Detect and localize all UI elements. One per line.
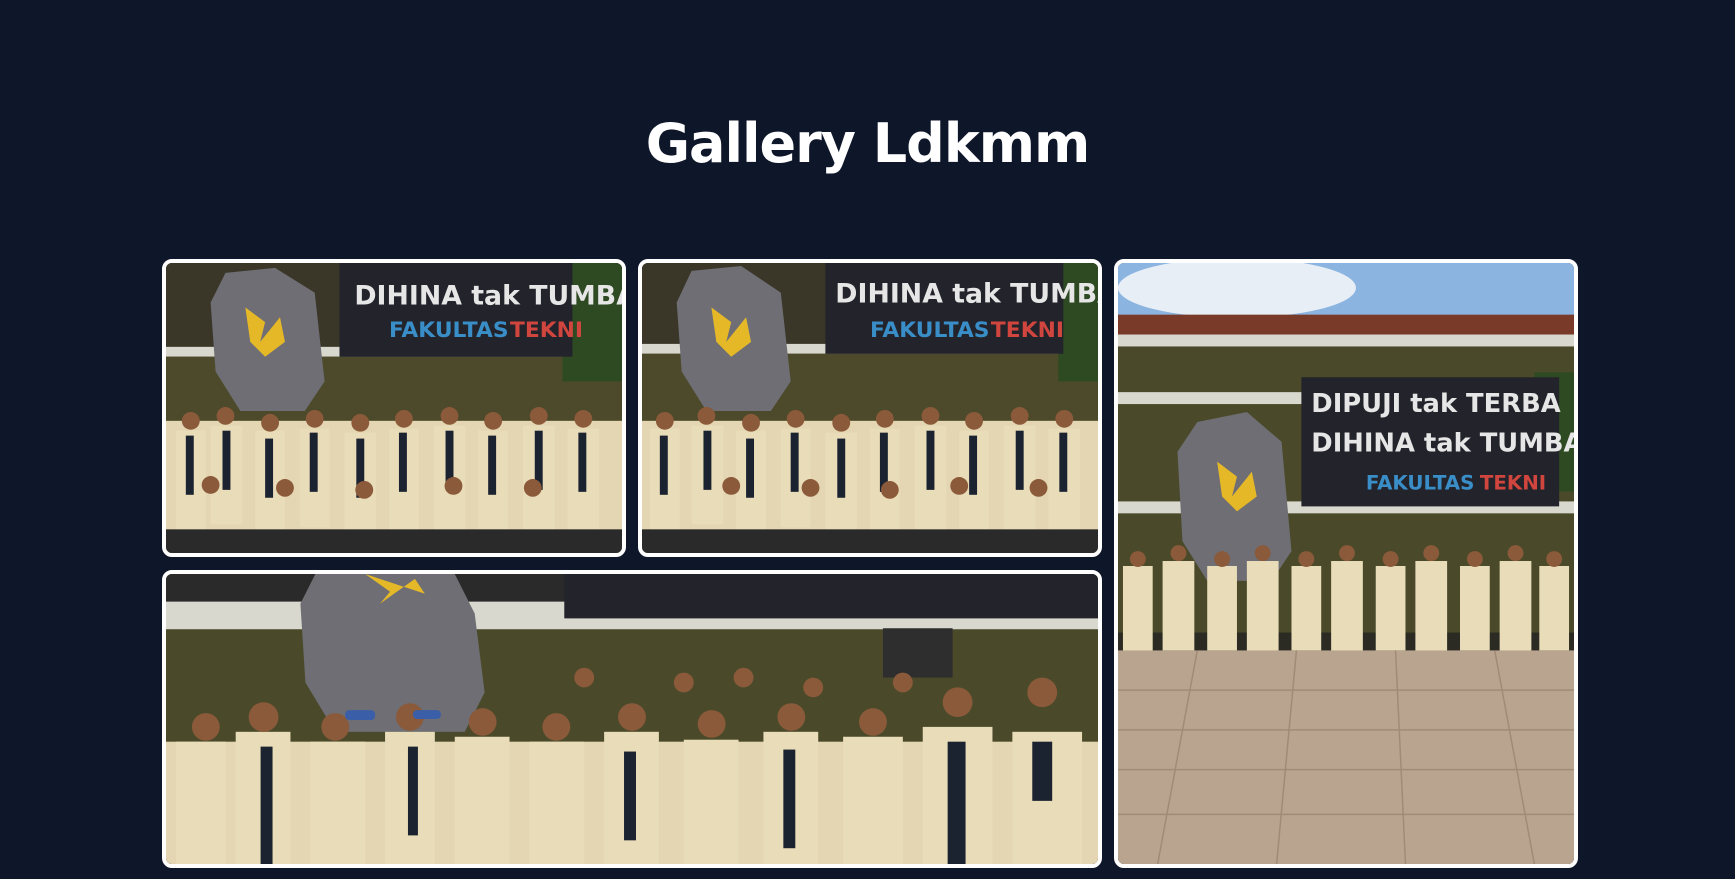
banner-text-mid: DIHINA tak TUMBA: [1311, 429, 1574, 459]
banner-text-tekni: TEKNI: [1480, 471, 1546, 494]
group-photo-image: DIHINA tak TUMBA FAKULTAS TEKNI: [166, 263, 622, 553]
group-photo-image: DIPUJI tak TERBA DIHINA tak TUMBA FAKULT…: [1118, 263, 1574, 864]
banner-text-tekni: TEKNI: [991, 318, 1064, 343]
gallery-photo-4[interactable]: [162, 570, 1102, 868]
gallery-photo-1[interactable]: DIHINA tak TUMBA FAKULTAS TEKNI: [162, 259, 626, 557]
banner-text-top: DIHINA tak TUMBA: [354, 280, 622, 311]
group-photo-image: [166, 574, 1098, 864]
page-title: Gallery Ldkmm: [645, 112, 1091, 175]
banner-text-faculty: FAKULTAS: [389, 318, 509, 343]
banner-text-faculty: FAKULTAS: [870, 318, 990, 343]
gallery-photo-2[interactable]: DIHINA tak TUMBA FAKULTAS TEKNI: [638, 259, 1102, 557]
group-photo-image: DIHINA tak TUMBA FAKULTAS TEKNI: [642, 263, 1098, 553]
banner-text-faculty: FAKULTAS: [1366, 471, 1475, 494]
banner-text-top: DIHINA tak TUMBA: [835, 279, 1098, 310]
banner-text-tekni: TEKNI: [510, 318, 583, 343]
banner-text-top: DIPUJI tak TERBA: [1311, 389, 1560, 419]
gallery-photo-3[interactable]: DIPUJI tak TERBA DIHINA tak TUMBA FAKULT…: [1114, 259, 1578, 868]
